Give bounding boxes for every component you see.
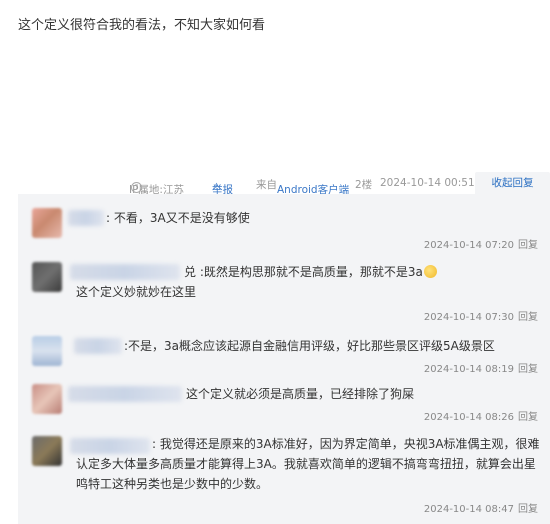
avatar[interactable] (32, 336, 62, 366)
reply-meta: 2024-10-14 08:47 回复 (424, 500, 538, 515)
reply-text: : 我觉得还是原来的3A标准好，因为界定简单，央视3A标准偶主观，很难认定多大体… (76, 437, 540, 491)
username-blurred[interactable] (68, 210, 104, 226)
reply-text: :不是，3a概念应该起源自金融信用评级，好比那些景区评级5A级景区 (124, 339, 495, 353)
reply-panel: : 不看，3A又不是没有够使 2024-10-14 07:20 回复 兑 :既然是… (18, 194, 550, 524)
reply-button[interactable]: 回复 (518, 412, 538, 423)
reply-text-part1: 兑 :既然是构思那就不是高质量，那就不是3a (184, 265, 423, 279)
reply-text: 这个定义就必须是高质量，已经排除了狗屎 (186, 387, 415, 401)
reply-meta: 2024-10-14 08:26 回复 (424, 408, 538, 423)
reply-time: 2024-10-14 08:26 (423, 412, 514, 423)
reply-meta: 2024-10-14 07:20 回复 (424, 236, 538, 251)
info-icon[interactable]: ? (131, 182, 142, 193)
collapse-replies-button[interactable]: 收起回复 (475, 172, 550, 194)
reply-text-continued: 这个定义妙就妙在这里 (76, 285, 197, 299)
username-blurred[interactable] (70, 264, 180, 280)
reply-meta: 2024-10-14 07:30 回复 (424, 308, 538, 323)
reply-text: : 不看，3A又不是没有够使 (106, 211, 250, 225)
avatar[interactable] (32, 208, 62, 238)
reply-text: 兑 :既然是构思那就不是高质量，那就不是3a (184, 262, 438, 282)
username-blurred[interactable] (68, 386, 182, 402)
post-timestamp: 2024-10-14 00:51 (380, 177, 475, 189)
avatar[interactable] (32, 262, 62, 292)
reply-time: 2024-10-14 07:20 (423, 240, 514, 251)
reply-time: 2024-10-14 08:47 (423, 504, 514, 515)
post-content: 这个定义很符合我的看法，不知大家如何看 (18, 18, 266, 33)
reply-button[interactable]: 回复 (518, 504, 538, 515)
post-meta-bar: IP属地:江苏? ⚠ 举报 来自 Android客户端 2楼 2024-10-14 … (0, 172, 550, 196)
username-blurred[interactable] (74, 338, 122, 354)
avatar[interactable] (32, 436, 62, 466)
reply-meta: 2024-10-14 08:19 回复 (424, 360, 538, 375)
reply-button[interactable]: 回复 (518, 312, 538, 323)
reply-button[interactable]: 回复 (518, 364, 538, 375)
smile-emoji-icon (423, 265, 437, 278)
reply-time: 2024-10-14 08:19 (423, 364, 514, 375)
reply-button[interactable]: 回复 (518, 240, 538, 251)
reply-time: 2024-10-14 07:30 (423, 312, 514, 323)
client-source: 来自 Android客户端 (256, 179, 350, 196)
avatar[interactable] (32, 384, 62, 414)
floor-number: 2楼 (355, 179, 373, 191)
